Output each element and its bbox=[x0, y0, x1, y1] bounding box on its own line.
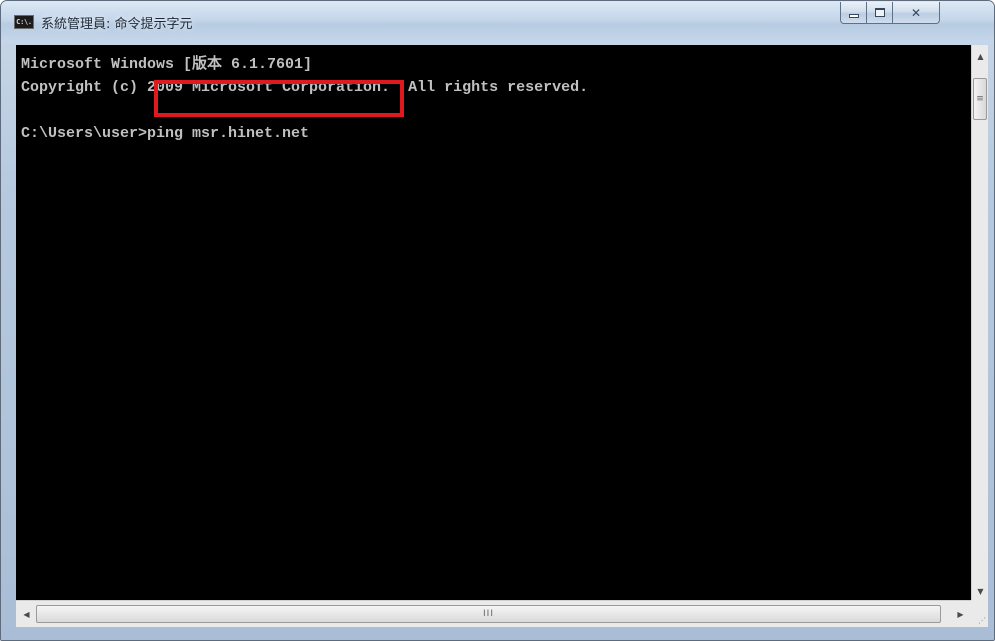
minimize-icon bbox=[848, 13, 859, 18]
title-bar[interactable]: C:\. 系統管理員: 命令提示字元 ✕ bbox=[1, 1, 994, 43]
maximize-icon bbox=[874, 8, 885, 17]
scroll-right-arrow-icon[interactable]: ▶ bbox=[952, 601, 969, 628]
command-prompt-window: C:\. 系統管理員: 命令提示字元 ✕ Microsoft Windows [… bbox=[0, 0, 995, 641]
vertical-scroll-thumb[interactable]: ≡ bbox=[973, 78, 987, 120]
scroll-left-arrow-icon[interactable]: ◀ bbox=[18, 601, 35, 628]
close-button[interactable]: ✕ bbox=[893, 2, 940, 24]
horizontal-scrollbar[interactable]: ◀ III ▶ bbox=[16, 600, 971, 627]
maximize-button[interactable] bbox=[867, 2, 893, 24]
console-prompt-line: C:\Users\user>ping msr.hinet.net bbox=[21, 125, 310, 142]
vertical-scrollbar[interactable]: ▲ ≡ ▼ bbox=[971, 45, 988, 600]
cmd-app-icon[interactable]: C:\. bbox=[14, 15, 34, 29]
caption-buttons: ✕ bbox=[840, 2, 940, 24]
resize-grip-icon[interactable]: ⋰ bbox=[971, 600, 988, 627]
command-highlight-box bbox=[154, 80, 404, 117]
close-icon: ✕ bbox=[910, 5, 922, 20]
horizontal-scroll-thumb[interactable]: III bbox=[36, 605, 941, 623]
minimize-button[interactable] bbox=[840, 2, 867, 24]
console-output[interactable]: Microsoft Windows [版本 6.1.7601] Copyrigh… bbox=[16, 45, 971, 600]
console-line: Microsoft Windows [版本 6.1.7601] bbox=[21, 56, 313, 73]
scroll-down-arrow-icon[interactable]: ▼ bbox=[972, 583, 989, 600]
scroll-up-arrow-icon[interactable]: ▲ bbox=[972, 48, 989, 65]
window-title: 系統管理員: 命令提示字元 bbox=[41, 17, 193, 32]
